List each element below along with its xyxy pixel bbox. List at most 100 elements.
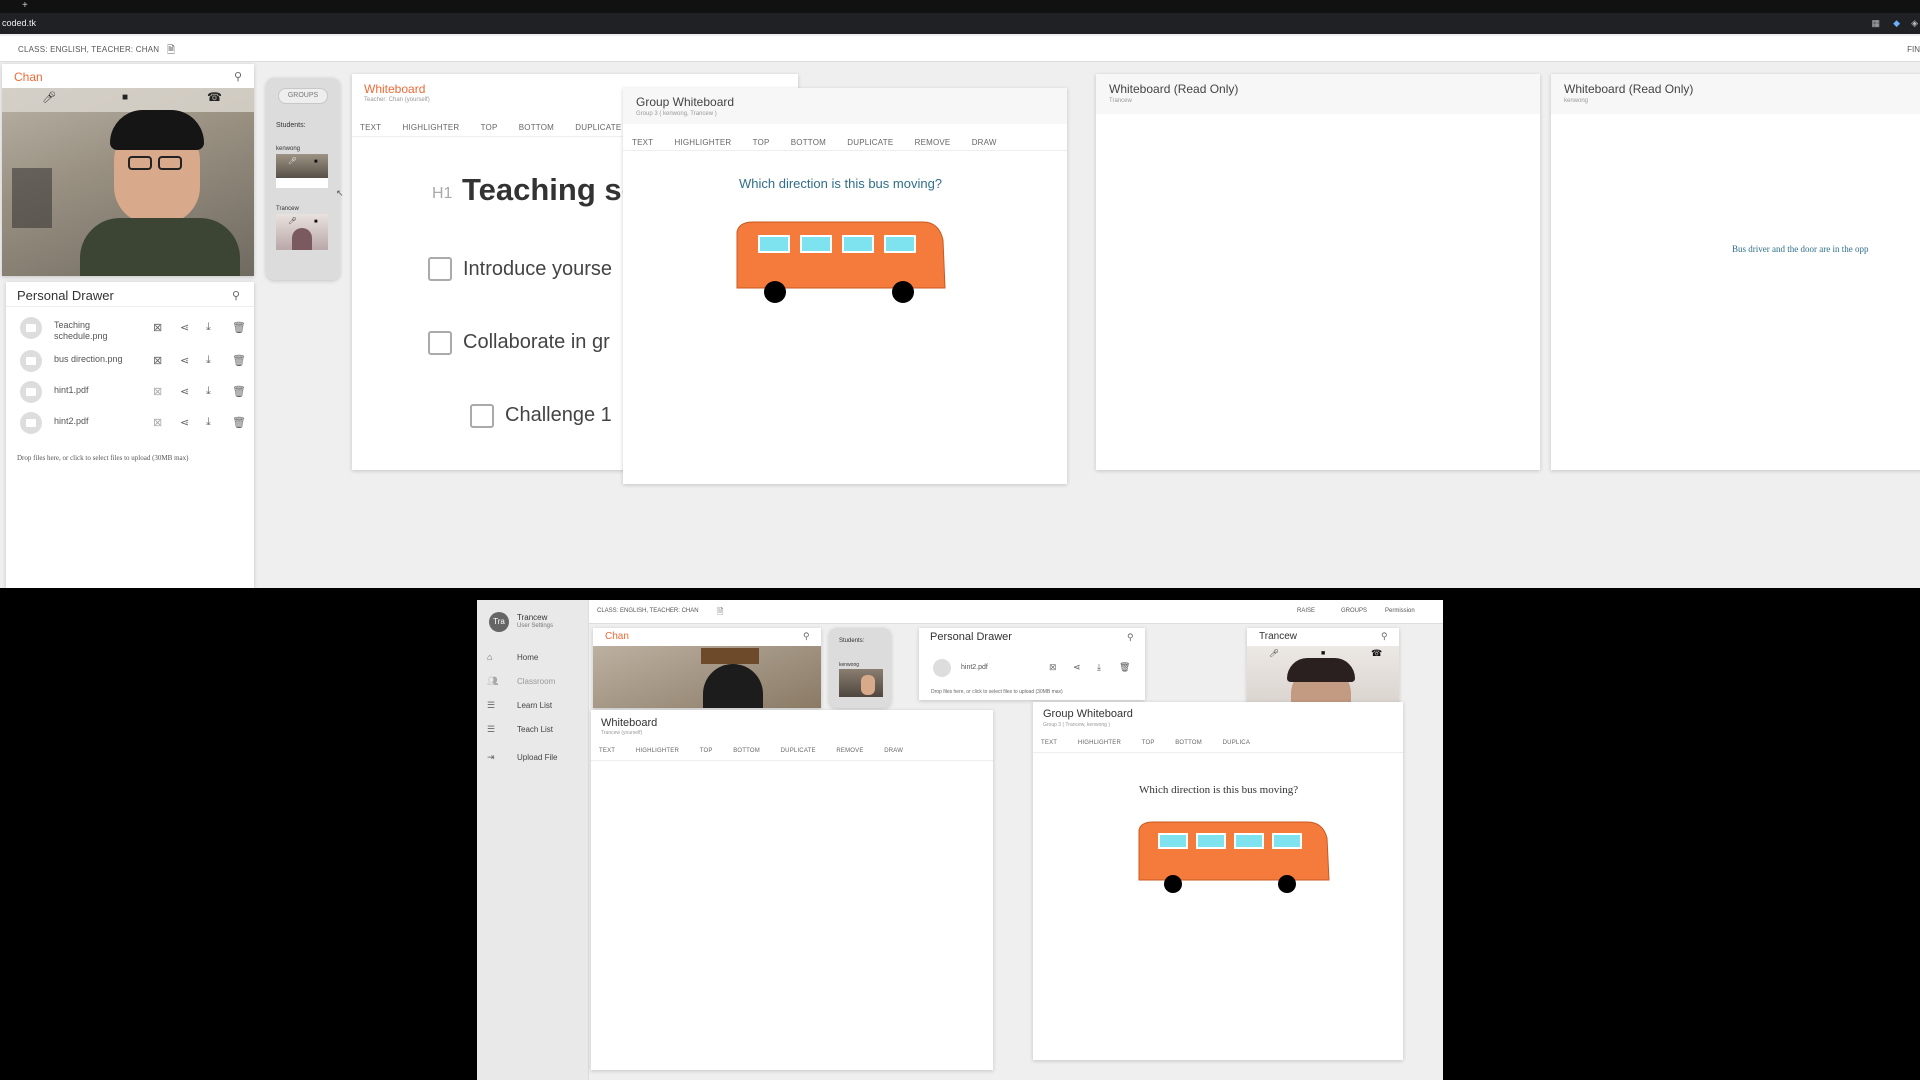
avatar[interactable]: Tra	[489, 612, 509, 632]
tool-remove[interactable]: REMOVE	[915, 138, 951, 147]
readonly-title: Whiteboard (Read Only)	[1564, 82, 1694, 96]
preview-icon[interactable]: ⊠	[153, 385, 162, 398]
delete-icon[interactable]: 🗑︎	[232, 354, 246, 367]
address-bar[interactable]: coded.tk	[2, 18, 36, 28]
delete-icon[interactable]: 🗑︎	[1119, 662, 1130, 673]
tool-top[interactable]: TOP	[1142, 740, 1155, 746]
tool-bottom[interactable]: BOTTOM	[733, 748, 760, 754]
pin-icon[interactable]: ⚲	[1127, 632, 1134, 643]
hangup-icon[interactable]: ☎︎	[207, 90, 222, 104]
upload-dropzone[interactable]: Drop files here, or click to select file…	[931, 689, 1063, 695]
download-icon[interactable]: ⤓	[1097, 662, 1101, 673]
tool-highlighter[interactable]: HIGHLIGHTER	[1078, 740, 1121, 746]
whiteboard-heading[interactable]: Teaching sc	[462, 172, 639, 208]
sidebar-item-classroom[interactable]: 👥︎ Classroom	[487, 676, 587, 690]
microphone-icon[interactable]: 🎤︎	[42, 91, 56, 104]
pin-icon[interactable]: ⚲	[232, 289, 240, 302]
tool-text[interactable]: TEXT	[1041, 740, 1057, 746]
user-settings-link[interactable]: User Settings	[517, 623, 553, 629]
tool-highlighter[interactable]: HIGHLIGHTER	[674, 138, 731, 147]
tool-duplicate[interactable]: DUPLICATE	[575, 123, 621, 132]
tool-highlighter[interactable]: HIGHLIGHTER	[402, 123, 459, 132]
sidebar-item-home[interactable]: ⌂ Home	[487, 652, 587, 666]
bus-question[interactable]: Which direction is this bus moving?	[1139, 784, 1298, 796]
tool-duplicate[interactable]: DUPLICATE	[847, 138, 893, 147]
tool-text[interactable]: TEXT	[360, 123, 381, 132]
groups-button[interactable]: GROUPS	[1341, 608, 1367, 614]
preview-icon[interactable]: ⊠	[153, 416, 162, 429]
sidebar-item-upload-file[interactable]: ⇥ Upload File	[487, 752, 587, 766]
raise-button[interactable]: RAISE	[1297, 608, 1315, 614]
checkbox[interactable]	[428, 257, 452, 281]
drawer-file-row[interactable]: Teaching schedule.png ⊠ ⋖ ⤓ 🗑︎	[6, 314, 254, 341]
checkbox[interactable]	[428, 331, 452, 355]
tool-top[interactable]: TOP	[753, 138, 770, 147]
tool-top[interactable]: TOP	[700, 748, 713, 754]
tool-bottom[interactable]: BOTTOM	[791, 138, 826, 147]
drawer-file-row[interactable]: bus direction.png ⊠ ⋖ ⤓ 🗑︎	[6, 347, 254, 373]
checkbox[interactable]	[470, 404, 494, 428]
download-icon[interactable]: ⤓	[206, 321, 211, 334]
drawer-file-row[interactable]: hint1.pdf ⊠ ⋖ ⤓ 🗑︎	[6, 378, 254, 404]
bus-question[interactable]: Which direction is this bus moving?	[739, 176, 942, 191]
extension-icon[interactable]: ▦	[1871, 18, 1880, 29]
checklist-item[interactable]: Collaborate in gr	[463, 331, 610, 354]
hangup-icon[interactable]: ☎︎	[1371, 648, 1382, 659]
student-video-trancew[interactable]: 🎤︎ ■	[276, 214, 328, 250]
new-tab-button[interactable]: +	[22, 0, 28, 11]
checklist-item[interactable]: Challenge 1	[505, 404, 612, 427]
tool-duplicate[interactable]: DUPLICA	[1223, 740, 1250, 746]
mouse-cursor-icon: ↖	[336, 188, 344, 198]
share-icon[interactable]: ⋖	[180, 385, 189, 398]
upload-dropzone[interactable]: Drop files here, or click to select file…	[17, 454, 188, 462]
personal-drawer-panel: Personal Drawer ⚲ Teaching schedule.png …	[6, 282, 254, 588]
tool-draw[interactable]: DRAW	[884, 748, 903, 754]
preview-icon[interactable]: ⊠	[153, 354, 162, 367]
tool-text[interactable]: TEXT	[599, 748, 615, 754]
tool-duplicate[interactable]: DUPLICATE	[781, 748, 816, 754]
download-icon[interactable]: ⤓	[206, 416, 211, 429]
whiteboard-panel: Whiteboard Trancew (yourself) TEXT HIGHL…	[591, 710, 993, 1070]
group-whiteboard-title: Group Whiteboard	[1043, 708, 1133, 720]
camera-icon[interactable]: ■	[122, 92, 128, 103]
document-icon[interactable]: 🗎	[717, 606, 723, 620]
finish-button[interactable]: FIN	[1907, 45, 1920, 54]
preview-icon[interactable]: ⊠	[153, 321, 162, 334]
share-icon[interactable]: ⋖	[180, 354, 189, 367]
share-icon[interactable]: ⋖	[180, 416, 189, 429]
tool-top[interactable]: TOP	[481, 123, 498, 132]
preview-icon[interactable]: ⊠	[1049, 662, 1057, 673]
microphone-icon[interactable]: 🎤︎	[1269, 649, 1279, 658]
tool-bottom[interactable]: BOTTOM	[1175, 740, 1202, 746]
pin-icon[interactable]: ⚲	[234, 70, 242, 83]
bus-drawing[interactable]	[1135, 820, 1331, 896]
readonly-title: Whiteboard (Read Only)	[1109, 82, 1239, 96]
drawer-file-row[interactable]: hint2.pdf ⊠ ⋖ ⤓ 🗑︎	[6, 409, 254, 435]
tool-highlighter[interactable]: HIGHLIGHTER	[636, 748, 679, 754]
tool-bottom[interactable]: BOTTOM	[519, 123, 554, 132]
pin-icon[interactable]: ⚲	[803, 631, 810, 642]
delete-icon[interactable]: 🗑︎	[232, 321, 246, 334]
document-icon[interactable]: 🗎	[167, 43, 175, 60]
tool-text[interactable]: TEXT	[632, 138, 653, 147]
download-icon[interactable]: ⤓	[206, 385, 211, 398]
tool-remove[interactable]: REMOVE	[836, 748, 863, 754]
share-icon[interactable]: ⋖	[180, 321, 189, 334]
sidebar-item-learn-list[interactable]: ☰ Learn List	[487, 700, 587, 714]
student-video-kenwong[interactable]: 🎤︎ ■	[276, 154, 328, 188]
menu-icon[interactable]: ◈	[1911, 18, 1918, 29]
delete-icon[interactable]: 🗑︎	[232, 385, 246, 398]
share-icon[interactable]: ⋖	[1073, 662, 1081, 673]
tool-draw[interactable]: DRAW	[972, 138, 997, 147]
vpn-icon[interactable]: ◆	[1893, 18, 1900, 29]
groups-button[interactable]: GROUPS	[278, 88, 328, 104]
download-icon[interactable]: ⤓	[206, 354, 211, 367]
permission-button[interactable]: Permission	[1385, 608, 1415, 614]
checklist-item[interactable]: Introduce yourse	[463, 258, 612, 281]
delete-icon[interactable]: 🗑︎	[232, 416, 246, 429]
sidebar-item-teach-list[interactable]: ☰ Teach List	[487, 724, 587, 738]
bus-drawing[interactable]	[733, 220, 949, 310]
student-video[interactable]	[839, 669, 883, 697]
pin-icon[interactable]: ⚲	[1381, 631, 1388, 642]
camera-icon[interactable]: ■	[1321, 650, 1325, 657]
